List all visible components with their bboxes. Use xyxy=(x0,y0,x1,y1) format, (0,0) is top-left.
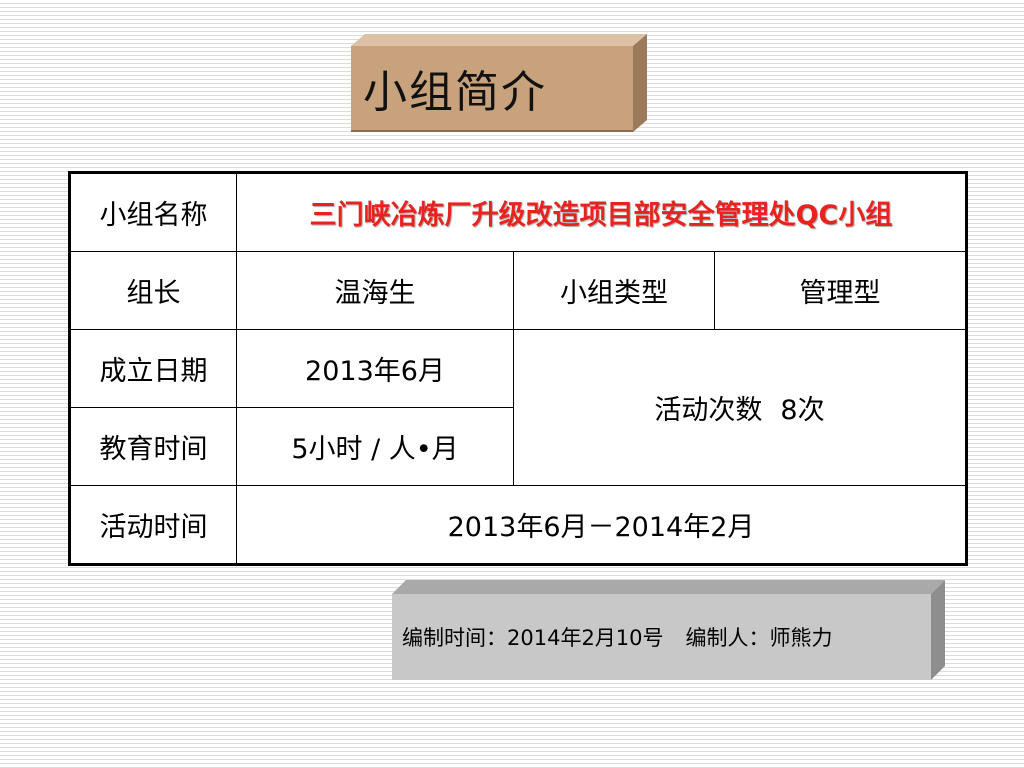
group-type-value: 管理型 xyxy=(713,251,968,330)
activity-time-value: 2013年6月－2014年2月 xyxy=(235,485,968,565)
footer-box-top-face xyxy=(392,580,945,594)
activity-count-label: 活动次数 xyxy=(654,395,763,426)
compiled-by: 编制人：师熊力 xyxy=(685,626,833,650)
education-label: 教育时间 xyxy=(69,407,237,486)
footer-box-front-face: 编制时间：2014年2月10号 编制人：师熊力 xyxy=(392,594,931,680)
activity-time-label: 活动时间 xyxy=(69,485,237,565)
title-box-front-face: 小组简介 xyxy=(351,46,633,132)
founded-value: 2013年6月 xyxy=(236,329,514,408)
group-name-label: 小组名称 xyxy=(69,172,237,252)
title-box-side-face xyxy=(633,34,647,132)
founded-label: 成立日期 xyxy=(69,329,237,408)
page-title: 小组简介 xyxy=(363,67,547,118)
footer-box: 编制时间：2014年2月10号 编制人：师熊力 xyxy=(392,580,945,680)
activity-count-value: 8次 xyxy=(780,395,825,426)
footer-box-side-face xyxy=(931,580,945,680)
group-name-value: 三门峡冶炼厂升级改造项目部安全管理处QC小组 xyxy=(235,172,968,252)
leader-label: 组长 xyxy=(69,251,237,330)
table-row: 小组名称 三门峡冶炼厂升级改造项目部安全管理处QC小组 xyxy=(69,172,968,252)
education-value: 5小时 / 人•月 xyxy=(236,407,514,486)
group-type-label: 小组类型 xyxy=(513,251,715,330)
activity-count-cell: 活动次数 8次 xyxy=(512,329,968,486)
table-row: 成立日期 2013年6月 活动次数 8次 xyxy=(69,329,968,486)
leader-value: 温海生 xyxy=(236,251,514,330)
table-row: 组长 温海生 小组类型 管理型 xyxy=(69,251,968,330)
title-box: 小组简介 xyxy=(351,34,647,132)
title-box-top-face xyxy=(351,34,647,46)
table-row: 活动时间 2013年6月－2014年2月 xyxy=(69,485,968,565)
group-info-table: 小组名称 三门峡冶炼厂升级改造项目部安全管理处QC小组 组长 温海生 小组类型 … xyxy=(68,171,969,566)
compiled-date: 编制时间：2014年2月10号 xyxy=(402,626,664,650)
